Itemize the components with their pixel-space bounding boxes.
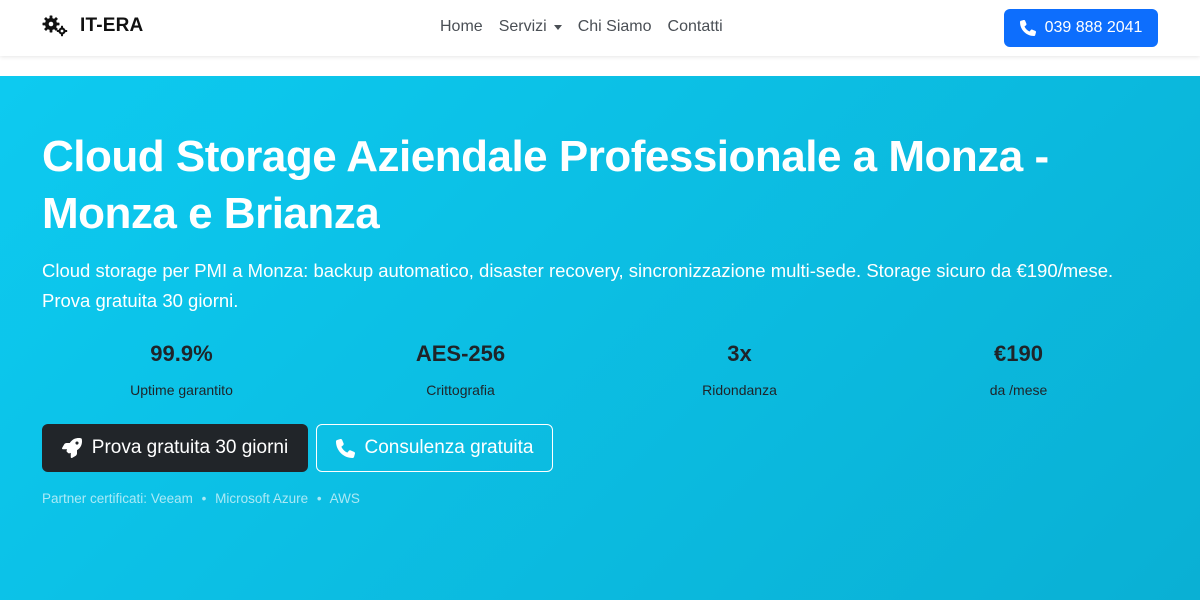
free-trial-button[interactable]: Prova gratuita 30 giorni — [42, 424, 308, 472]
nav-link-servizi[interactable]: Servizi — [499, 18, 562, 36]
phone-number: 039 888 2041 — [1044, 19, 1143, 36]
stats-row: 99.9% Uptime garantito AES-256 Crittogra… — [42, 338, 1158, 398]
stat-uptime: 99.9% Uptime garantito — [42, 338, 321, 398]
brand-link[interactable]: IT-ERA — [42, 15, 143, 37]
stat-value: AES-256 — [415, 341, 506, 366]
nav-link-home[interactable]: Home — [440, 18, 483, 36]
partner-item: Microsoft Azure — [215, 491, 309, 506]
separator: • — [316, 491, 322, 506]
stat-value: 99.9% — [150, 341, 213, 366]
nav-link-chi-siamo[interactable]: Chi Siamo — [578, 18, 652, 36]
chevron-down-icon — [553, 24, 562, 30]
hero-title: Cloud Storage Aziendale Professionale a … — [42, 132, 1049, 238]
navbar: IT-ERA Home Servizi Chi Siamo Contatti 0… — [0, 0, 1200, 56]
phone-call-button[interactable]: 039 888 2041 — [1004, 9, 1158, 47]
phone-icon — [335, 438, 355, 458]
stat-label: Uptime garantito — [130, 382, 233, 398]
partner-item: Veeam — [150, 491, 193, 506]
free-consultation-button[interactable]: Consulenza gratuita — [316, 424, 553, 472]
phone-icon — [1019, 20, 1036, 36]
free-trial-label: Prova gratuita 30 giorni — [91, 437, 289, 458]
free-consultation-label: Consulenza gratuita — [364, 437, 534, 458]
gears-icon — [42, 15, 68, 37]
stat-encryption: AES-256 Crittografia — [321, 338, 600, 398]
hero-description: Cloud storage per PMI a Monza: backup au… — [42, 260, 1114, 311]
partners-prefix: Partner certificati: — [42, 491, 148, 506]
stat-value: 3x — [727, 341, 752, 366]
stat-price: €190 da /mese — [879, 338, 1158, 398]
partner-item: AWS — [329, 491, 360, 506]
partners-line: Partner certificati: Veeam • Microsoft A… — [42, 491, 360, 506]
stat-label: Crittografia — [426, 382, 495, 398]
separator: • — [201, 491, 207, 506]
stat-label: da /mese — [989, 382, 1048, 398]
hero-section: Cloud Storage Aziendale Professionale a … — [0, 76, 1200, 600]
nav-link-servizi-label: Servizi — [498, 18, 547, 35]
stat-label: Ridondanza — [702, 382, 777, 398]
brand-name: IT-ERA — [80, 15, 144, 36]
nav-links: Home Servizi Chi Siamo Contatti — [440, 18, 739, 36]
stat-value: €190 — [994, 341, 1043, 366]
nav-link-contatti[interactable]: Contatti — [668, 18, 723, 36]
stat-redundancy: 3x Ridondanza — [600, 338, 879, 398]
rocket-icon — [61, 438, 82, 458]
